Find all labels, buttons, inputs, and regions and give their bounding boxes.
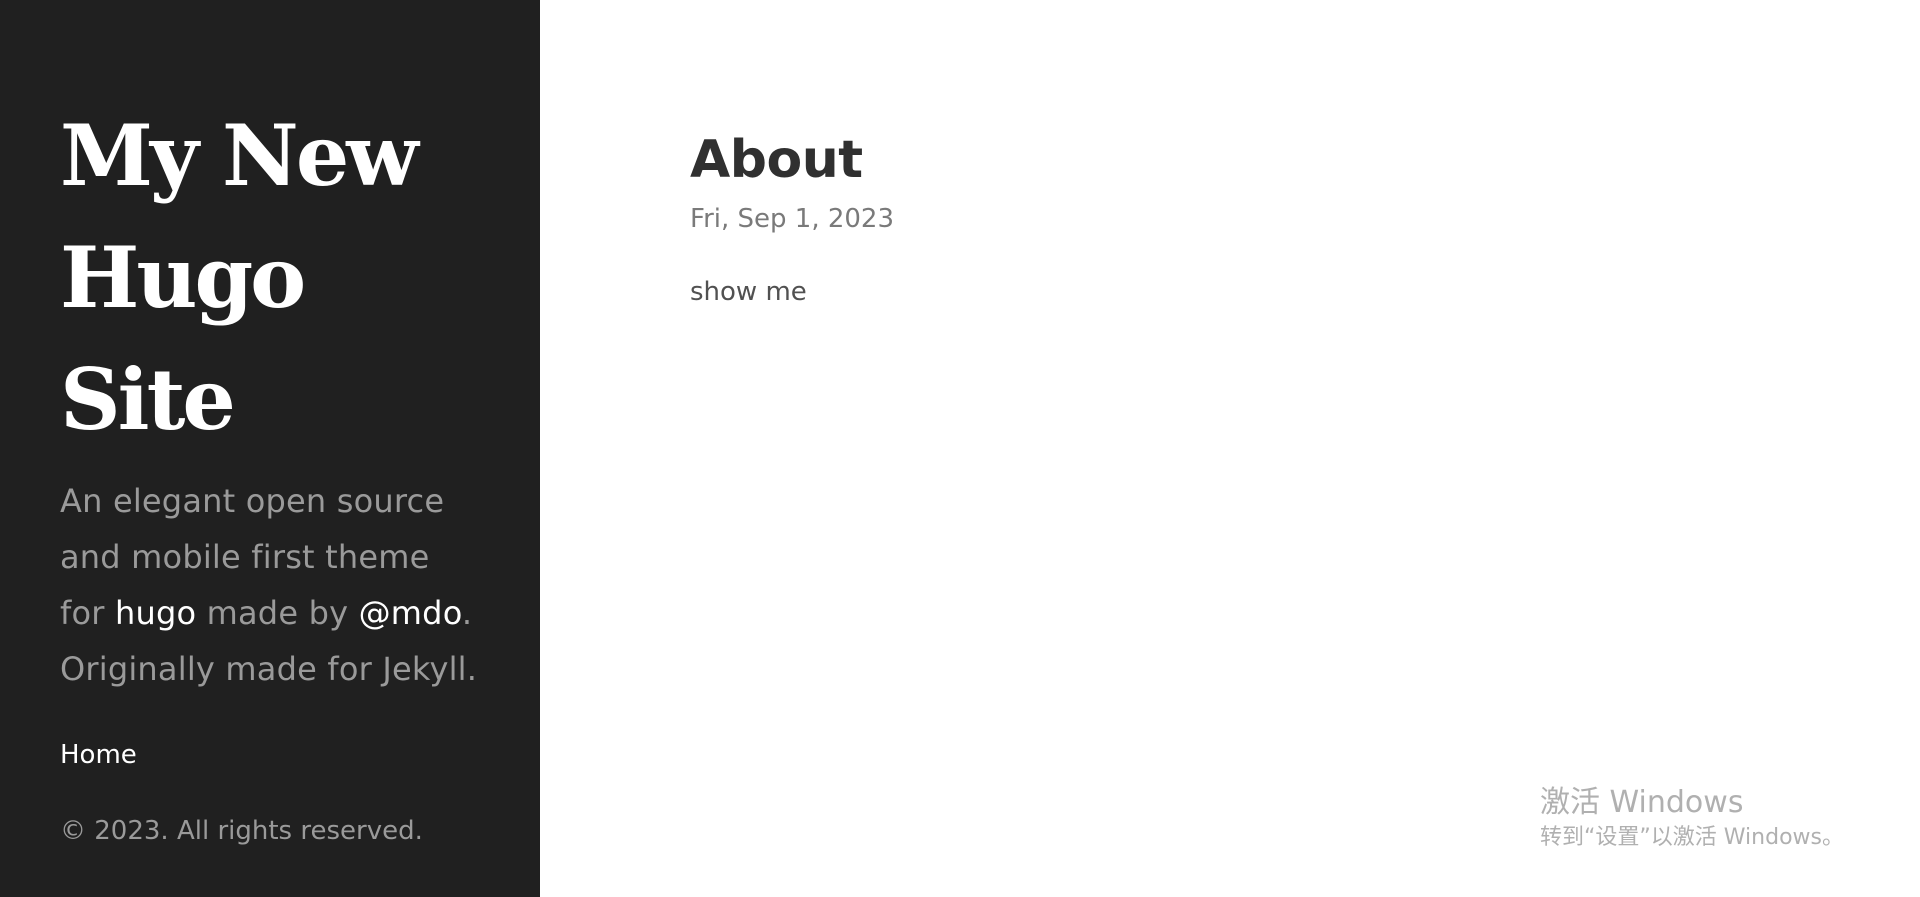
copyright: © 2023. All rights reserved. (60, 816, 423, 846)
sidebar: My New Hugo Site An elegant open source … (0, 0, 540, 897)
nav-item-home[interactable]: Home (60, 737, 480, 773)
mdo-link[interactable]: @mdo (359, 594, 462, 632)
post-date: Fri, Sep 1, 2023 (690, 204, 895, 234)
watermark-subtitle: 转到“设置”以激活 Windows。 (1540, 825, 1844, 850)
post-body: show me (690, 277, 807, 307)
site-title-line: My New (60, 106, 419, 205)
windows-activation-watermark: 激活 Windows 转到“设置”以激活 Windows。 (1540, 783, 1844, 853)
hugo-link[interactable]: hugo (115, 594, 196, 632)
site-description: An elegant open source and mobile first … (60, 473, 480, 697)
sidebar-nav: Home (60, 737, 480, 773)
post-content: About Fri, Sep 1, 2023 show me (690, 120, 894, 310)
watermark-title: 激活 Windows (1540, 785, 1744, 820)
description-text: made by (196, 594, 359, 632)
site-title[interactable]: My New Hugo Site (60, 95, 480, 461)
site-title-line: Site (60, 350, 236, 449)
site-title-line: Hugo (60, 228, 306, 327)
post-title: About (690, 130, 863, 190)
